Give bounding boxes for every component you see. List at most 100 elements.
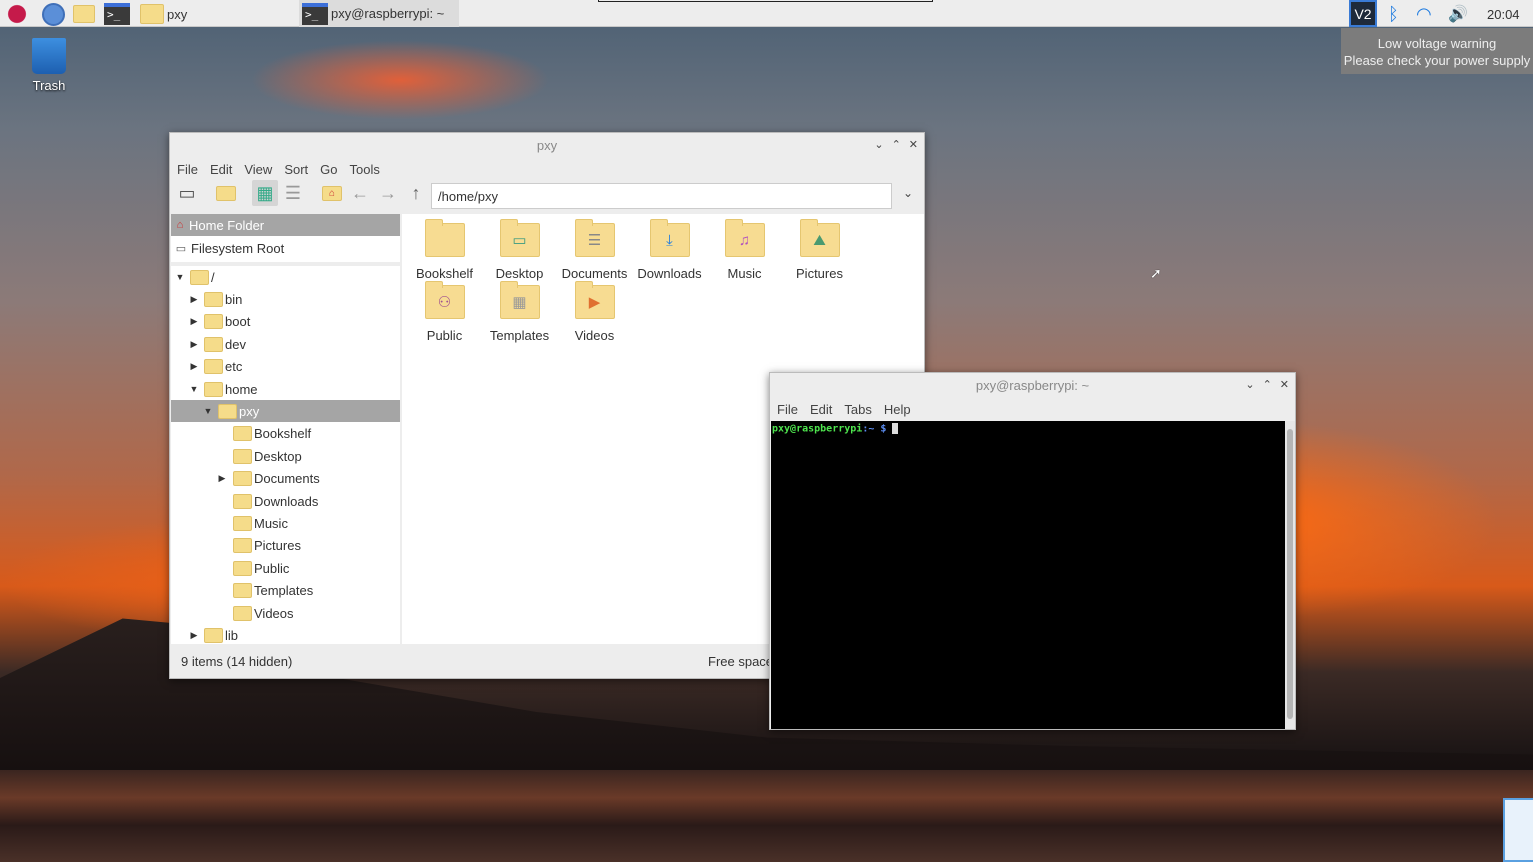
file-item-public[interactable]: ⚇ Public (407, 281, 482, 343)
menu-file[interactable]: File (173, 162, 206, 177)
place-filesystem-root[interactable]: ▭ Filesystem Root (171, 237, 400, 259)
tree-item[interactable]: ▶ etc (171, 356, 400, 378)
desktop-document-icon[interactable] (1503, 798, 1533, 862)
file-item-bookshelf[interactable]: Bookshelf (407, 219, 482, 281)
file-item-downloads[interactable]: ⤓ Downloads (632, 219, 707, 281)
file-item-templates[interactable]: ▦ Templates (482, 281, 557, 343)
taskbar-app-file-manager[interactable]: pxy (140, 2, 290, 26)
file-item-documents[interactable]: ☰ Documents (557, 219, 632, 281)
terminal-output[interactable]: pxy@raspberrypi:~ $ (771, 421, 1285, 729)
tree-item-label: bin (225, 291, 243, 307)
menu-edit[interactable]: Edit (806, 402, 840, 417)
menu-file[interactable]: File (773, 402, 806, 417)
new-folder-icon[interactable] (213, 180, 239, 206)
path-history-dropdown[interactable]: ⌄ (895, 180, 921, 206)
folder-icon (233, 493, 252, 509)
expander-icon[interactable]: ▶ (188, 339, 200, 350)
tree-item[interactable]: Music (171, 512, 400, 534)
tree-item[interactable]: ▶ Documents (171, 468, 400, 490)
list-view-icon[interactable]: ☰ (280, 180, 306, 206)
tree-item[interactable]: Public (171, 557, 400, 579)
file-item-videos[interactable]: ▶ Videos (557, 281, 632, 343)
menu-tools[interactable]: Tools (346, 162, 388, 177)
minimize-icon[interactable]: ⌄ (1245, 373, 1254, 398)
tree-item-label: Music (254, 515, 288, 531)
file-item-pictures[interactable]: ⛰ Pictures (782, 219, 857, 281)
menu-tabs[interactable]: Tabs (840, 402, 879, 417)
folder-icon (204, 359, 223, 375)
expander-icon[interactable]: ▶ (188, 361, 200, 372)
scrollbar[interactable] (1285, 421, 1295, 729)
forward-icon[interactable]: → (375, 180, 401, 206)
home-icon[interactable]: ⌂ (319, 180, 345, 206)
tree-item-label: / (211, 269, 215, 285)
tree-item[interactable]: Desktop (171, 445, 400, 467)
tree-item[interactable]: Pictures (171, 535, 400, 557)
maximize-icon[interactable]: ⌃ (1263, 373, 1272, 398)
wifi-icon[interactable]: ◠ (1416, 2, 1432, 26)
vnc-icon[interactable]: V2 (1349, 0, 1377, 27)
folder-icon (233, 471, 252, 487)
browser-icon[interactable] (42, 2, 65, 26)
up-icon[interactable]: ↑ (403, 180, 429, 206)
close-icon[interactable]: ✕ (909, 133, 918, 158)
back-icon[interactable]: ← (347, 180, 373, 206)
expander-icon[interactable]: ▼ (188, 384, 200, 394)
tree-item-label: Templates (254, 583, 314, 599)
pager[interactable] (598, 0, 933, 2)
menu-edit[interactable]: Edit (206, 162, 240, 177)
tree-item-label: lib (225, 627, 239, 643)
menu-go[interactable]: Go (316, 162, 345, 177)
tree-item[interactable]: ▼ / (171, 266, 400, 288)
tree-item[interactable]: Videos (171, 602, 400, 624)
close-icon[interactable]: ✕ (1280, 373, 1289, 398)
tree-item[interactable]: ▼ home (171, 378, 400, 400)
maximize-icon[interactable]: ⌃ (892, 133, 901, 158)
file-item-music[interactable]: ♫ Music (707, 219, 782, 281)
raspberry-menu-icon[interactable] (6, 2, 28, 26)
file-item-label: Downloads (637, 266, 702, 281)
volume-icon[interactable]: 🔊 (1448, 2, 1468, 26)
expander-icon[interactable]: ▶ (188, 316, 200, 327)
minimize-icon[interactable]: ⌄ (874, 133, 883, 158)
tree-item[interactable]: ▶ lib (171, 624, 400, 644)
directory-tree: ▼ / ▶ bin ▶ boot ▶ dev ▶ etc ▼ home ▼ pxy Bookshelf Des… (171, 266, 400, 644)
menu-view[interactable]: View (240, 162, 280, 177)
expander-icon[interactable]: ▶ (188, 294, 200, 305)
terminal-launcher-icon[interactable]: >_ (104, 2, 130, 26)
new-window-icon[interactable]: ▭ (174, 180, 200, 206)
scrollbar-thumb[interactable] (1287, 429, 1293, 719)
path-input[interactable]: /home/pxy (431, 183, 892, 209)
expander-icon[interactable]: ▼ (202, 406, 214, 416)
tree-item[interactable]: ▶ boot (171, 311, 400, 333)
tree-item[interactable]: ▶ dev (171, 333, 400, 355)
bluetooth-icon[interactable]: ᛒ (1388, 2, 1399, 26)
tree-item[interactable]: ▼ pxy (171, 400, 400, 423)
expander-icon[interactable]: ▶ (188, 630, 200, 641)
file-item-label: Documents (561, 266, 628, 281)
tree-item[interactable]: Templates (171, 580, 400, 602)
expander-icon[interactable]: ▼ (174, 272, 186, 282)
folder-icon (204, 381, 223, 397)
tree-item[interactable]: ▶ bin (171, 288, 400, 310)
place-home-folder[interactable]: ⌂ Home Folder (171, 214, 400, 236)
window-titlebar[interactable]: pxy ⌄ ⌃ ✕ (170, 133, 924, 158)
file-item-desktop[interactable]: ▭ Desktop (482, 219, 557, 281)
expander-icon[interactable]: ▶ (216, 473, 228, 484)
menu-sort[interactable]: Sort (280, 162, 316, 177)
tree-item[interactable]: Downloads (171, 490, 400, 512)
folder-icon (233, 583, 252, 599)
menu-help[interactable]: Help (880, 402, 919, 417)
clock[interactable]: 20:04 (1487, 2, 1520, 26)
trash-icon (32, 38, 66, 74)
icon-view-icon[interactable]: ▦ (252, 180, 278, 206)
low-voltage-notification[interactable]: Low voltage warning Please check your po… (1341, 28, 1533, 74)
tree-item[interactable]: Bookshelf (171, 423, 400, 445)
folder-icon (233, 605, 252, 621)
toolbar: ▭ ▦ ☰ ⌂ ← → ↑ /home/pxy ⌄ (170, 180, 926, 213)
trash-desktop-icon[interactable]: Trash (22, 38, 76, 93)
window-titlebar[interactable]: pxy@raspberrypi: ~ ⌄ ⌃ ✕ (770, 373, 1295, 398)
folder-icon (190, 269, 209, 285)
taskbar-app-terminal[interactable]: >_ pxy@raspberrypi: ~ (299, 0, 459, 27)
file-manager-launcher-icon[interactable] (73, 2, 95, 26)
